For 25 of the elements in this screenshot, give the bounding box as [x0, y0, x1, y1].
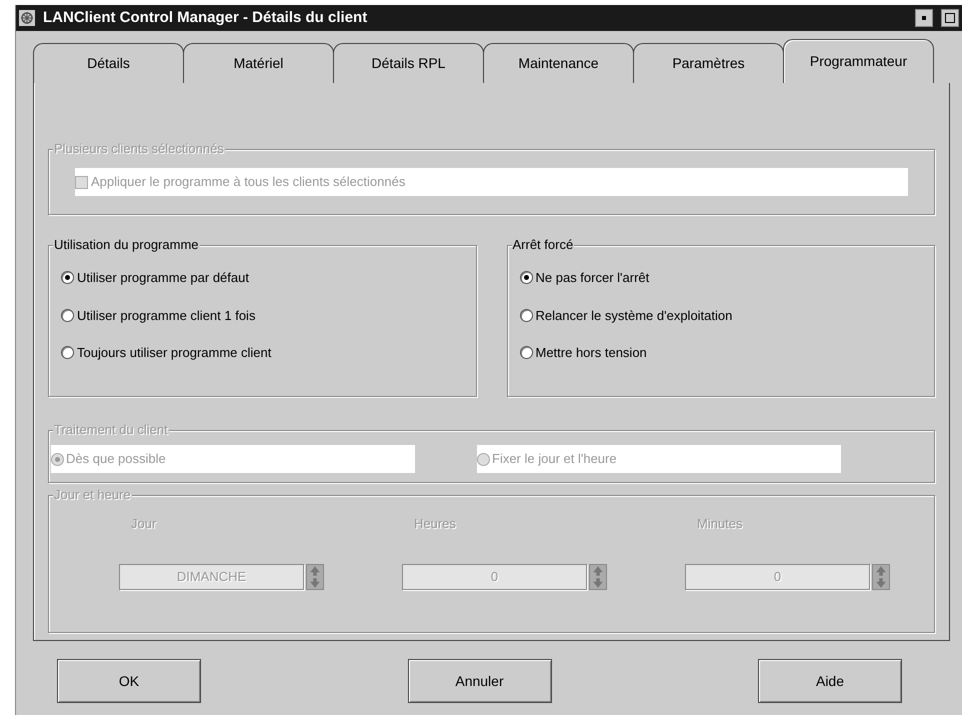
dialog-button[interactable]: Aide — [758, 659, 902, 703]
option-label: Ne pas forcer l'arrêt — [536, 269, 650, 287]
minimize-button[interactable] — [915, 9, 933, 27]
maximize-button[interactable] — [941, 9, 959, 27]
option-label: Utiliser programme client 1 fois — [77, 306, 256, 325]
option-label: Fixer le jour et l'heure — [492, 450, 617, 468]
app-icon — [19, 10, 35, 26]
tab[interactable]: Programmateur — [783, 39, 934, 83]
dialog-button[interactable]: Annuler — [408, 659, 552, 703]
option-label: Relancer le système d'exploitation — [536, 306, 732, 325]
radio-button[interactable] — [520, 346, 532, 360]
radio-button[interactable] — [520, 271, 532, 284]
option-label: Toujours utiliser programme client — [77, 344, 272, 362]
checkbox-label: Appliquer le programme à tous les clients sélectionnés — [91, 173, 406, 192]
option-label: Dès que possible — [66, 450, 166, 468]
radio-button[interactable] — [61, 346, 74, 360]
tab[interactable]: Détails — [33, 43, 184, 83]
radio-button[interactable] — [61, 271, 74, 284]
group-title: Utilisation du programme — [53, 237, 200, 253]
option-label: Utiliser programme par défaut — [77, 269, 249, 287]
radio-button[interactable] — [61, 308, 74, 322]
radio-button[interactable] — [520, 308, 532, 322]
option-label: Mettre hors tension — [536, 344, 647, 362]
dialog-button[interactable]: OK — [57, 659, 201, 703]
window-title: LANClient Control Manager - Détails du client — [43, 8, 368, 28]
